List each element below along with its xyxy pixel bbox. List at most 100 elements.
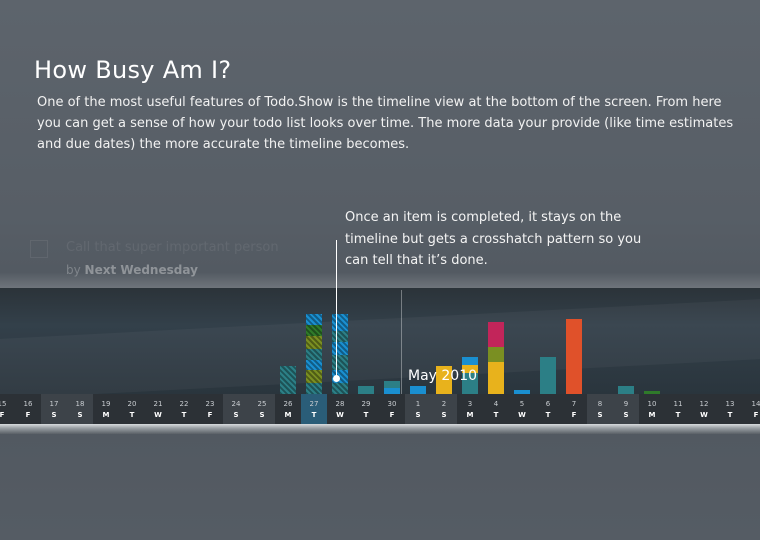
timeline-bar-segment[interactable] bbox=[462, 357, 478, 365]
timeline-bar-segment[interactable] bbox=[306, 370, 322, 383]
day-cell[interactable]: 9S bbox=[613, 394, 639, 424]
day-cell[interactable]: 29 T bbox=[353, 394, 379, 424]
month-divider-line bbox=[401, 290, 402, 394]
timeline-chart[interactable] bbox=[0, 288, 760, 394]
day-cell[interactable]: 5W bbox=[509, 394, 535, 424]
day-cell[interactable]: 14 F bbox=[743, 394, 760, 424]
timeline-bar-segment[interactable] bbox=[306, 314, 322, 325]
callout-text: Once an item is completed, it stays on t… bbox=[345, 210, 642, 268]
day-weekday: M bbox=[284, 411, 292, 419]
callout-pointer-dot bbox=[333, 375, 340, 382]
day-cell[interactable]: 2S bbox=[431, 394, 457, 424]
day-number: 26 bbox=[283, 400, 293, 408]
timeline-bar-segment[interactable] bbox=[332, 342, 348, 355]
day-cell[interactable]: 11 T bbox=[665, 394, 691, 424]
day-weekday: F bbox=[25, 411, 31, 419]
day-weekday: F bbox=[207, 411, 213, 419]
day-number: 25 bbox=[257, 400, 267, 408]
day-cell[interactable]: 24 S bbox=[223, 394, 249, 424]
timeline-bar-segment[interactable] bbox=[280, 366, 296, 394]
day-cell[interactable]: 1S bbox=[405, 394, 431, 424]
day-weekday: S bbox=[415, 411, 421, 419]
day-weekday: T bbox=[363, 411, 369, 419]
day-weekday: W bbox=[154, 411, 162, 419]
day-number: 5 bbox=[519, 400, 525, 408]
timeline-bar-segment[interactable] bbox=[306, 336, 322, 349]
timeline-bar-segment[interactable] bbox=[618, 386, 634, 394]
day-cell[interactable]: 12 W bbox=[691, 394, 717, 424]
day-weekday: S bbox=[259, 411, 265, 419]
day-weekday: T bbox=[311, 411, 317, 419]
day-weekday: F bbox=[753, 411, 759, 419]
day-cell[interactable]: 10 M bbox=[639, 394, 665, 424]
timeline-bottom-edge bbox=[0, 424, 760, 434]
timeline-bar-segment[interactable] bbox=[540, 357, 556, 394]
timeline-bar-segment[interactable] bbox=[488, 362, 504, 394]
day-cell[interactable]: 4T bbox=[483, 394, 509, 424]
day-cell[interactable]: 27 T bbox=[301, 394, 327, 424]
day-number: 24 bbox=[231, 400, 241, 408]
timeline-bar-segment[interactable] bbox=[488, 322, 504, 347]
timeline-bar-segment[interactable] bbox=[332, 383, 348, 394]
day-weekday: F bbox=[571, 411, 577, 419]
day-number: 10 bbox=[647, 400, 657, 408]
day-number: 22 bbox=[179, 400, 189, 408]
day-cell[interactable]: 7F bbox=[561, 394, 587, 424]
day-number: 9 bbox=[623, 400, 629, 408]
day-number: 13 bbox=[725, 400, 735, 408]
timeline-bar-segment[interactable] bbox=[332, 355, 348, 370]
task-title: Call that super important person bbox=[66, 240, 279, 255]
day-weekday: F bbox=[0, 411, 5, 419]
day-number: 11 bbox=[673, 400, 683, 408]
day-cell[interactable]: 13 T bbox=[717, 394, 743, 424]
timeline-bar-segment[interactable] bbox=[306, 349, 322, 360]
day-cell[interactable]: 6T bbox=[535, 394, 561, 424]
day-cell[interactable]: 22 T bbox=[171, 394, 197, 424]
day-number: 2 bbox=[441, 400, 447, 408]
timeline-bar-segment[interactable] bbox=[358, 386, 374, 394]
day-weekday: M bbox=[466, 411, 474, 419]
day-number: 29 bbox=[361, 400, 371, 408]
day-cell[interactable]: 21 W bbox=[145, 394, 171, 424]
day-cell[interactable]: 28 W bbox=[327, 394, 353, 424]
day-number: 6 bbox=[545, 400, 551, 408]
timeline-bar-segment[interactable] bbox=[332, 314, 348, 331]
timeline-bar-segment[interactable] bbox=[410, 386, 426, 394]
day-number: 3 bbox=[467, 400, 473, 408]
day-number: 23 bbox=[205, 400, 215, 408]
day-number: 17 bbox=[49, 400, 59, 408]
timeline-bar-segment[interactable] bbox=[566, 319, 582, 394]
day-weekday: S bbox=[623, 411, 629, 419]
day-cell[interactable]: 15 F bbox=[0, 394, 15, 424]
day-weekday: T bbox=[675, 411, 681, 419]
timeline-bar-segment[interactable] bbox=[332, 331, 348, 342]
day-weekday: T bbox=[493, 411, 499, 419]
day-weekday: W bbox=[336, 411, 344, 419]
timeline-bar-segment[interactable] bbox=[384, 381, 400, 388]
day-cell[interactable]: 30 F bbox=[379, 394, 405, 424]
timeline-bar-segment[interactable] bbox=[488, 347, 504, 362]
timeline-bar-segment[interactable] bbox=[306, 360, 322, 370]
day-cell[interactable]: 17 S bbox=[41, 394, 67, 424]
day-cell[interactable]: 18 S bbox=[67, 394, 93, 424]
day-weekday: S bbox=[441, 411, 447, 419]
day-cell[interactable]: 8S bbox=[587, 394, 613, 424]
day-cell[interactable]: 26 M bbox=[275, 394, 301, 424]
day-cell[interactable]: 25 S bbox=[249, 394, 275, 424]
day-weekday: S bbox=[597, 411, 603, 419]
page-title: How Busy Am I? bbox=[34, 56, 232, 84]
timeline-bar-segment[interactable] bbox=[306, 325, 322, 336]
timeline-bar-segment[interactable] bbox=[306, 383, 322, 394]
day-cell[interactable]: 3M bbox=[457, 394, 483, 424]
day-cell[interactable]: 16 F bbox=[15, 394, 41, 424]
day-weekday: S bbox=[51, 411, 57, 419]
day-cell[interactable]: 19 M bbox=[93, 394, 119, 424]
day-number: 27 bbox=[309, 400, 319, 408]
day-cell[interactable]: 23 F bbox=[197, 394, 223, 424]
day-number: 20 bbox=[127, 400, 137, 408]
task-checkbox[interactable] bbox=[30, 240, 48, 258]
day-number: 28 bbox=[335, 400, 345, 408]
day-cell[interactable]: 20 T bbox=[119, 394, 145, 424]
day-weekday: M bbox=[102, 411, 110, 419]
day-number: 30 bbox=[387, 400, 397, 408]
